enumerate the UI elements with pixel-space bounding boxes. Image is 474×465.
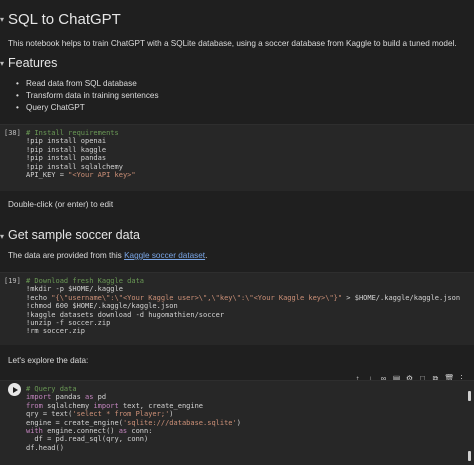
code-editor[interactable]: # Download fresh Kaggle data !mkdir -p $…	[26, 277, 460, 336]
code-string: "{\"username\":\"<Your Kaggle user>\",\"…	[51, 293, 343, 302]
code-keyword: import	[93, 401, 119, 410]
code-line: !unzip -f soccer.zip	[26, 319, 111, 328]
editor-scrollbar[interactable]	[468, 451, 471, 461]
code-line: API_KEY =	[26, 171, 69, 180]
code-line: !echo	[26, 293, 52, 302]
sample-data-text-end: .	[205, 251, 208, 260]
code-editor[interactable]: # Install requirements !pip install open…	[26, 129, 136, 179]
code-line: !rm soccer.zip	[26, 327, 86, 336]
code-keyword: import	[26, 393, 52, 402]
features-heading: Features	[8, 56, 58, 70]
code-keyword: as	[118, 427, 128, 436]
code-keyword: from	[26, 401, 43, 410]
sample-data-text: The data are provided from this	[8, 251, 125, 260]
code-token: pandas	[51, 393, 86, 402]
code-line: > $HOME/.kaggle/kaggle.json	[342, 293, 461, 302]
markdown-cell-features[interactable]: ▾ Features Read data from SQL database T…	[0, 54, 474, 124]
code-cell-install[interactable]: [38] # Install requirements !pip install…	[0, 124, 474, 191]
code-comment: # Download fresh Kaggle data	[26, 277, 145, 285]
collapse-chevron-icon[interactable]: ▾	[0, 16, 6, 24]
edit-hint[interactable]: Double-click (or enter) to edit	[8, 200, 113, 209]
code-line: df = pd.read_sql(qry, conn)	[26, 435, 149, 444]
code-string: "<Your API key>"	[68, 171, 136, 180]
code-string: 'select * from Player;'	[72, 410, 170, 419]
features-list: Read data from SQL database Transform da…	[8, 78, 159, 114]
editor-scrollbar[interactable]	[468, 391, 471, 401]
code-token: qry = text(	[26, 410, 73, 419]
intro-description: This notebook helps to train ChatGPT wit…	[8, 39, 457, 48]
sample-data-description: The data are provided from this Kaggle s…	[8, 251, 207, 260]
collapse-chevron-icon[interactable]: ▾	[0, 233, 6, 241]
code-token: engine = create_engine(	[26, 418, 123, 427]
code-token: conn:	[127, 427, 153, 436]
feature-item: Transform data in training sentences	[8, 90, 159, 102]
kaggle-dataset-link[interactable]: Kaggle soccer dataset	[124, 251, 205, 260]
code-line: df.head()	[26, 443, 64, 452]
code-token: )	[169, 410, 174, 419]
code-token: engine.connect()	[42, 427, 119, 436]
explore-text: Let's explore the data:	[8, 356, 89, 365]
code-token: pd	[93, 393, 107, 402]
code-line: !chmod 600 $HOME/.kaggle/kaggle.json	[26, 302, 178, 311]
feature-item: Read data from SQL database	[8, 78, 159, 90]
code-token: )	[236, 418, 241, 427]
code-string: 'sqlite:///database.sqlite'	[122, 418, 237, 427]
code-cell-query[interactable]: # Query data import pandas as pd from sq…	[0, 380, 474, 465]
section-title-sql-to-chatgpt: SQL to ChatGPT	[8, 11, 121, 28]
code-line: !pip install openai	[26, 137, 107, 146]
code-comment: # Query data	[26, 385, 77, 393]
code-line: !pip install sqlalchemy	[26, 162, 123, 171]
markdown-cell-intro[interactable]: ▾ SQL to ChatGPT This notebook helps to …	[0, 0, 474, 58]
code-comment: # Install requirements	[26, 129, 119, 137]
code-token: text, create_engine	[118, 401, 204, 410]
feature-item: Query ChatGPT	[8, 102, 159, 114]
code-editor[interactable]: # Query data import pandas as pd from sq…	[26, 385, 241, 452]
code-line: !pip install kaggle	[26, 145, 107, 154]
run-cell-button[interactable]	[8, 383, 21, 396]
sample-data-heading: Get sample soccer data	[8, 228, 141, 242]
markdown-cell-sample-data[interactable]: ▾ Get sample soccer data The data are pr…	[0, 222, 474, 270]
execution-count: [38]	[4, 129, 21, 137]
code-line: !mkdir -p $HOME/.kaggle	[26, 285, 123, 294]
code-cell-download[interactable]: [19] # Download fresh Kaggle data !mkdir…	[0, 272, 474, 345]
code-line: !kaggle datasets download -d hugomathien…	[26, 310, 225, 319]
collapse-chevron-icon[interactable]: ▾	[0, 60, 6, 68]
code-line: !pip install pandas	[26, 154, 107, 163]
execution-count: [19]	[4, 277, 21, 285]
code-token: sqlalchemy	[42, 401, 94, 410]
code-keyword: with	[26, 427, 43, 436]
